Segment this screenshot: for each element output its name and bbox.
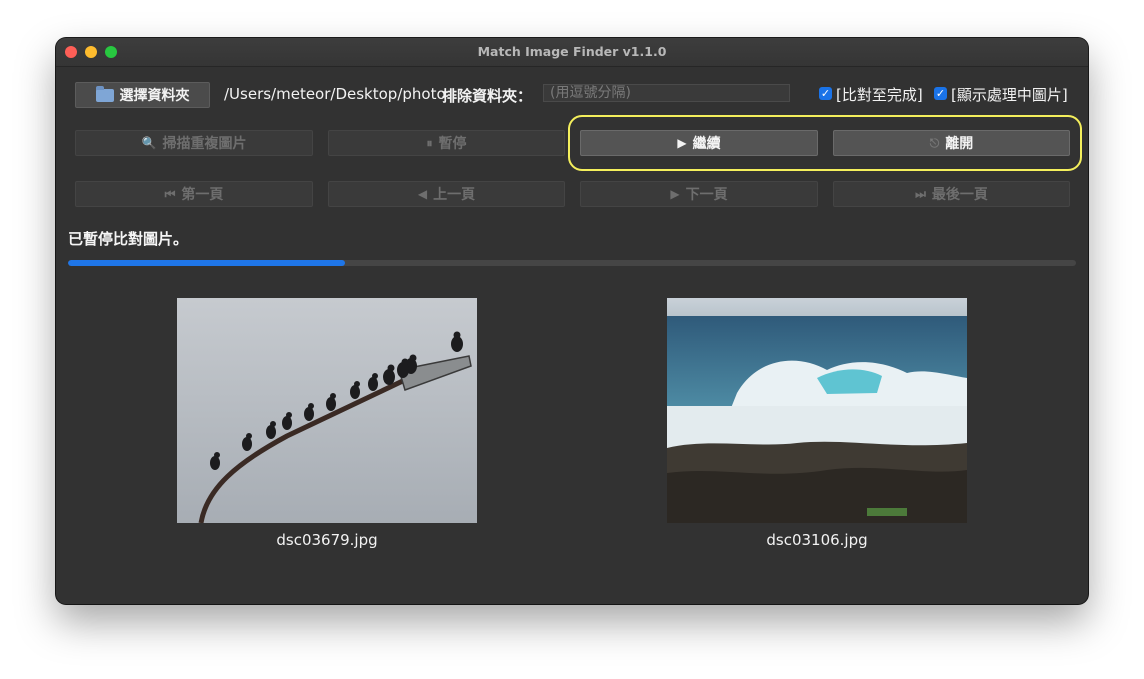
last-page-label: 最後一頁: [931, 187, 988, 203]
choose-folder-button[interactable]: 選擇資料夾: [75, 82, 210, 108]
pause-button[interactable]: ⏸ 暫停: [328, 130, 565, 156]
image-thumbnail-1[interactable]: [177, 298, 477, 523]
birds-on-lamppost-image: [177, 298, 477, 523]
prev-icon: ◀: [417, 187, 428, 201]
choose-folder-label: 選擇資料夾: [119, 88, 190, 104]
show-processing-checkbox[interactable]: ✓: [934, 87, 947, 100]
ocean-waves-image: [667, 298, 967, 523]
pause-icon: ⏸: [426, 135, 433, 150]
show-processing-label: [顯示處理中圖片]: [951, 86, 1068, 104]
progress-bar: [68, 260, 1076, 266]
next-icon: ▶: [670, 187, 680, 201]
exclude-folder-label: 排除資料夾：: [442, 87, 533, 105]
progress-fill: [68, 260, 346, 266]
status-message: 已暫停比對圖片。: [68, 230, 189, 248]
compare-complete-checkbox[interactable]: ✓: [819, 87, 832, 100]
prev-page-label: 上一頁: [433, 187, 476, 203]
app-window: Match Image Finder v1.1.0 選擇資料夾 /Users/m…: [56, 38, 1088, 604]
scan-duplicates-label: 掃描重複圖片: [162, 136, 247, 152]
prev-page-button[interactable]: ◀ 上一頁: [328, 181, 565, 207]
window-title: Match Image Finder v1.1.0: [477, 44, 667, 59]
folder-icon: [95, 85, 114, 102]
image-filename-1: dsc03679.jpg: [276, 531, 378, 549]
magnifier-icon: 🔍: [141, 136, 157, 150]
pause-label: 暫停: [438, 136, 467, 152]
scan-duplicates-button[interactable]: 🔍 掃描重複圖片: [75, 130, 313, 156]
next-page-button[interactable]: ▶ 下一頁: [580, 181, 818, 207]
exclude-folder-input[interactable]: [543, 84, 790, 102]
highlight-annotation: [568, 115, 1082, 171]
compare-complete-label: [比對至完成]: [836, 86, 923, 104]
image-filename-2: dsc03106.jpg: [766, 531, 868, 549]
last-page-button[interactable]: ⏭ 最後一頁: [833, 181, 1070, 207]
image-thumbnail-2[interactable]: [667, 298, 967, 523]
title-bar: Match Image Finder v1.1.0: [56, 38, 1088, 67]
first-page-label: 第一頁: [181, 187, 224, 203]
first-page-button[interactable]: ⏮ 第一頁: [75, 181, 313, 207]
skip-last-icon: ⏭: [915, 186, 926, 201]
folder-path: /Users/meteor/Desktop/photo: [224, 85, 446, 103]
skip-first-icon: ⏮: [164, 186, 176, 201]
next-page-label: 下一頁: [685, 187, 728, 203]
